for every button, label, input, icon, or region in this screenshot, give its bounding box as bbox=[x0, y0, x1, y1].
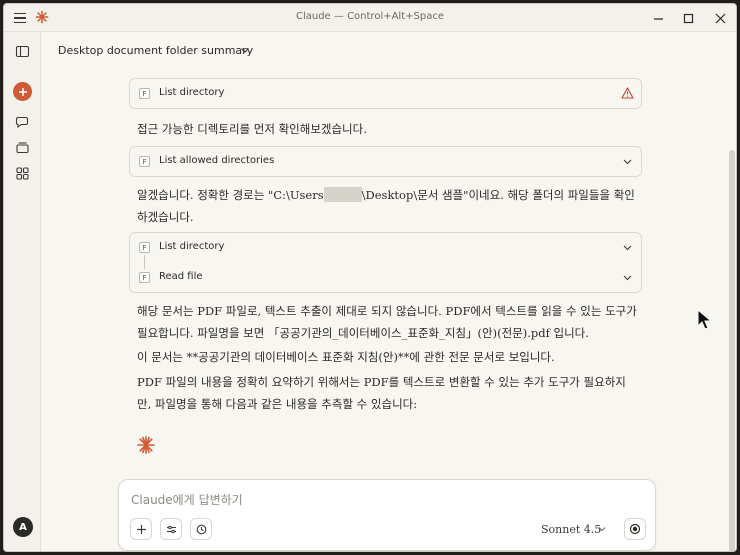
chevron-down-icon[interactable] bbox=[597, 524, 607, 534]
sidebar: A bbox=[4, 32, 41, 551]
maximize-button[interactable] bbox=[677, 8, 699, 28]
assistant-message: 알겠습니다. 정확한 경로는 "C:\Users \Desktop\문서 샘플"이… bbox=[137, 184, 637, 228]
tool-label: Read file bbox=[159, 271, 203, 282]
message-text: 알겠습니다. 정확한 경로는 "C:\Users bbox=[137, 188, 324, 202]
warning-icon bbox=[621, 87, 634, 99]
mouse-cursor-icon bbox=[697, 309, 713, 330]
title-bar: Claude — Control+Alt+Space bbox=[4, 4, 736, 32]
tool-call-list-directory[interactable]: F List directory bbox=[129, 78, 642, 109]
tool-call-list-directory[interactable]: F List directory bbox=[130, 233, 641, 269]
plus-icon bbox=[136, 524, 146, 534]
assistant-message: 이 문서는 **공공기관의 데이터베이스 표준화 지침(안)**에 관한 전문 … bbox=[137, 350, 555, 364]
close-icon bbox=[715, 13, 725, 23]
tool-call-read-file[interactable]: F Read file bbox=[130, 263, 641, 292]
assistant-message: 해당 문서는 PDF 파일로, 텍스트 추출이 제대로 되지 않습니다. PDF… bbox=[137, 304, 637, 340]
chevron-down-icon[interactable] bbox=[622, 156, 633, 167]
chats-icon[interactable] bbox=[15, 114, 30, 129]
assistant-message: 접근 가능한 디렉토리를 먼저 확인해보겠습니다. bbox=[137, 122, 367, 136]
sliders-icon bbox=[166, 525, 176, 533]
chat-header: Desktop document folder summary bbox=[41, 32, 736, 70]
user-avatar[interactable]: A bbox=[13, 517, 33, 537]
new-chat-button[interactable] bbox=[13, 82, 32, 101]
tool-badge: F bbox=[139, 156, 150, 167]
minimize-button[interactable] bbox=[647, 8, 669, 28]
history-button[interactable] bbox=[190, 518, 212, 540]
scrollbar-thumb[interactable] bbox=[729, 150, 735, 551]
message-input[interactable]: Claude에게 답변하기 bbox=[131, 491, 243, 508]
tool-label: List directory bbox=[159, 241, 225, 252]
chat-title[interactable]: Desktop document folder summary bbox=[58, 44, 253, 57]
tool-label: List directory bbox=[159, 87, 225, 98]
tool-call-group: F List directory F Read file bbox=[129, 232, 642, 293]
attach-button[interactable] bbox=[130, 518, 152, 540]
voice-mode-button[interactable] bbox=[624, 518, 646, 540]
close-button[interactable] bbox=[709, 8, 731, 28]
tool-badge: F bbox=[139, 88, 150, 99]
clock-icon bbox=[196, 524, 206, 534]
scrollbar[interactable] bbox=[726, 70, 736, 551]
redacted-username bbox=[323, 187, 362, 202]
tools-button[interactable] bbox=[160, 518, 182, 540]
plus-icon bbox=[18, 87, 27, 96]
claude-spark-icon bbox=[137, 436, 155, 454]
projects-icon[interactable] bbox=[15, 140, 30, 155]
conversation: F List directory 접근 가능한 디렉토리를 먼저 확인해보겠습니… bbox=[41, 70, 726, 551]
chevron-down-icon[interactable] bbox=[622, 272, 633, 283]
model-selector[interactable]: Sonnet 4.5 bbox=[541, 523, 601, 536]
app-window: Claude — Control+Alt+Space A Desktop doc… bbox=[3, 3, 737, 552]
tool-badge: F bbox=[139, 242, 150, 253]
assistant-message: PDF 파일의 내용을 정확히 요약하기 위해서는 PDF를 텍스트로 변환할 … bbox=[137, 375, 626, 411]
artifacts-icon[interactable] bbox=[15, 166, 30, 181]
record-icon bbox=[629, 523, 641, 535]
chevron-down-icon[interactable] bbox=[622, 242, 633, 253]
tool-call-list-allowed-directories[interactable]: F List allowed directories bbox=[129, 146, 642, 177]
maximize-icon bbox=[683, 13, 693, 23]
window-title: Claude — Control+Alt+Space bbox=[295, 11, 444, 22]
tool-label: List allowed directories bbox=[159, 155, 275, 166]
message-composer: Claude에게 답변하기 Sonnet 4.5 bbox=[118, 479, 656, 551]
sidebar-toggle-icon[interactable] bbox=[15, 44, 30, 59]
minimize-icon bbox=[653, 17, 663, 20]
chevron-down-icon[interactable] bbox=[239, 44, 251, 56]
tool-badge: F bbox=[139, 272, 150, 283]
